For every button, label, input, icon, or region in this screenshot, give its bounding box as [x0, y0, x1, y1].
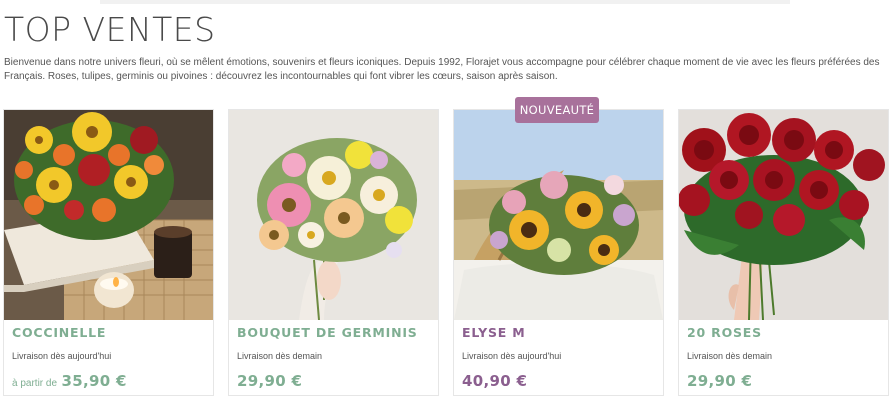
product-card-bouquet-de-germinis[interactable]: BOUQUET DE GERMINIS Livraison dès demain… [228, 109, 439, 396]
product-name[interactable]: ELYSE M [462, 325, 526, 340]
delivery-info: Livraison dès demain [237, 351, 323, 361]
product-price: 29,90 € [237, 372, 303, 390]
product-price: 40,90 € [462, 372, 528, 390]
top-strip [100, 0, 790, 4]
new-badge: NOUVEAUTÉ [515, 97, 599, 123]
product-name[interactable]: COCCINELLE [12, 325, 106, 340]
price-row: 40,90 € [462, 372, 527, 391]
product-image-elyse-m[interactable] [454, 110, 663, 320]
product-price: 29,90 € [687, 372, 753, 390]
product-card-elyse-m[interactable]: ELYSE M Livraison dès aujourd'hui 40,90 … [453, 109, 664, 396]
intro-text: Bienvenue dans notre univers fleuri, où … [4, 57, 880, 82]
product-image-coccinelle[interactable] [4, 110, 213, 320]
product-name[interactable]: BOUQUET DE GERMINIS [237, 325, 418, 340]
price-row: 29,90 € [237, 372, 302, 391]
delivery-info: Livraison dès aujourd'hui [12, 351, 112, 361]
product-image-20-roses[interactable] [679, 110, 888, 320]
price-row: à partir de 35,90 € [12, 372, 127, 391]
price-prefix: à partir de [12, 378, 58, 389]
product-name[interactable]: 20 ROSES [687, 325, 762, 340]
product-card-coccinelle[interactable]: COCCINELLE Livraison dès aujourd'hui à p… [3, 109, 214, 396]
delivery-info: Livraison dès aujourd'hui [462, 351, 562, 361]
product-card-20-roses[interactable]: 20 ROSES Livraison dès demain 29,90 € [678, 109, 889, 396]
page-title: TOP VENTES [4, 10, 216, 49]
product-price: 35,90 € [61, 372, 127, 390]
price-row: 29,90 € [687, 372, 752, 391]
delivery-info: Livraison dès demain [687, 351, 773, 361]
product-image-bouquet-de-germinis[interactable] [229, 110, 438, 320]
